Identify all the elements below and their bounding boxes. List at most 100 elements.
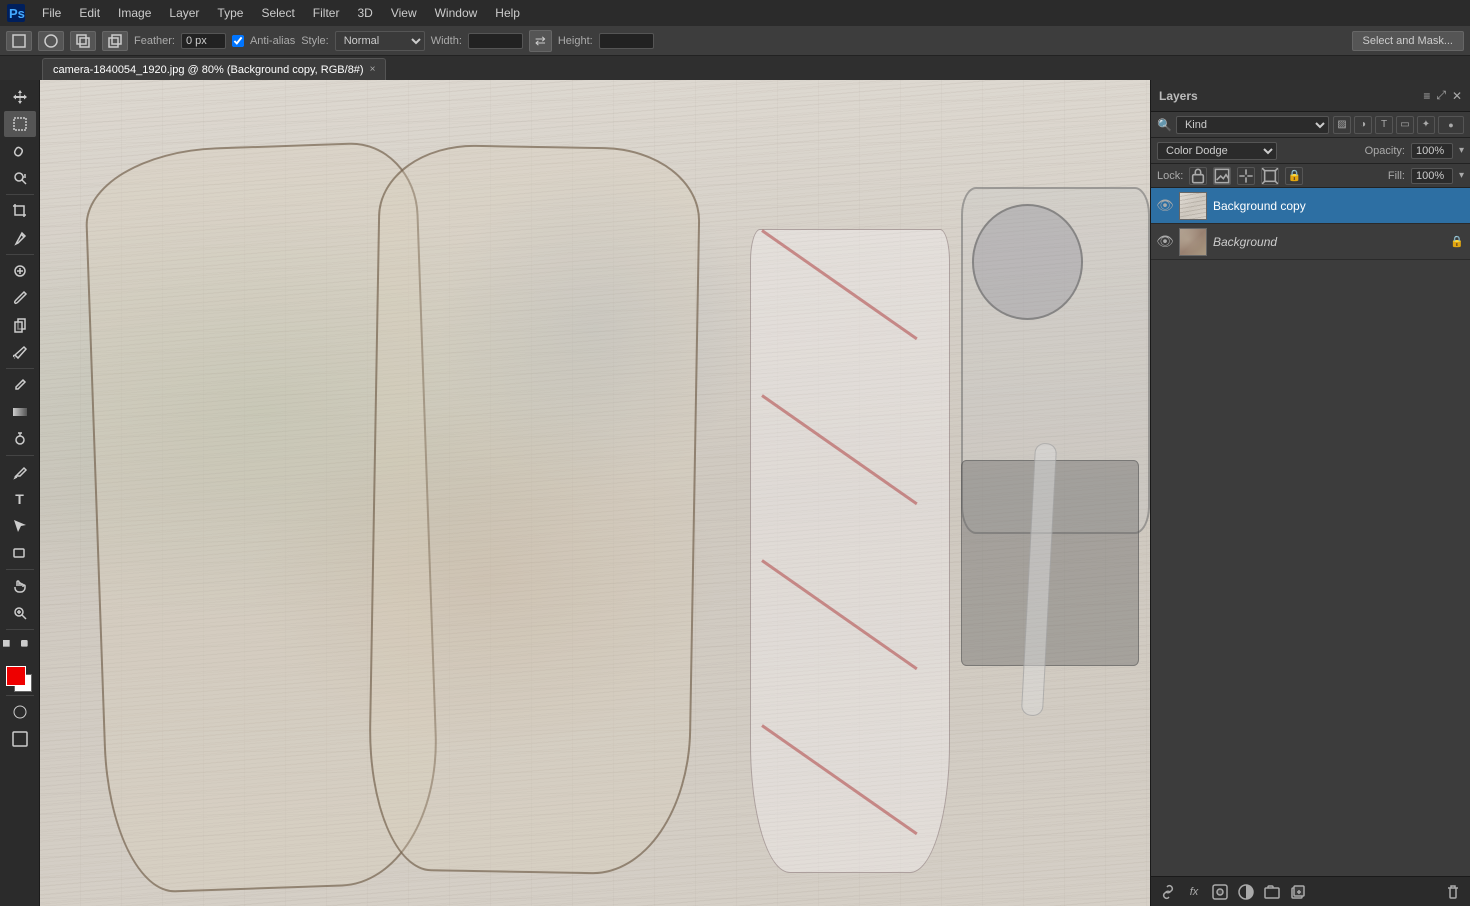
tool-lasso[interactable] xyxy=(4,138,36,164)
layers-delete-btn[interactable] xyxy=(1442,881,1464,903)
menu-help[interactable]: Help xyxy=(487,4,528,22)
filter-active-toggle[interactable]: ● xyxy=(1438,116,1464,134)
anti-alias-checkbox[interactable] xyxy=(232,35,244,47)
lock-all-btn[interactable]: 🔒 xyxy=(1285,167,1303,185)
layers-blend-row: Color Dodge Normal Multiply Screen Overl… xyxy=(1151,138,1470,164)
tool-zoom[interactable] xyxy=(4,600,36,626)
layers-adj-btn[interactable] xyxy=(1235,881,1257,903)
lock-transparent-btn[interactable] xyxy=(1189,167,1207,185)
layer-background[interactable]: 👁 Background 🔒 xyxy=(1151,224,1470,260)
tool-rect-marquee[interactable] xyxy=(4,111,36,137)
document-tab[interactable]: camera-1840054_1920.jpg @ 80% (Backgroun… xyxy=(42,58,386,80)
tool-brush[interactable] xyxy=(4,285,36,311)
style-select[interactable]: Normal Fixed Ratio Fixed Size xyxy=(335,31,425,51)
tool-eyedropper[interactable] xyxy=(4,225,36,251)
tool-quick-mask[interactable] xyxy=(4,699,36,725)
tool-heal[interactable] xyxy=(4,258,36,284)
opt-intersect-select[interactable] xyxy=(102,31,128,51)
opacity-input[interactable] xyxy=(1411,143,1453,159)
height-input[interactable] xyxy=(599,33,654,49)
tool-extra-2[interactable] xyxy=(21,635,37,661)
tool-dodge[interactable] xyxy=(4,426,36,452)
tab-bar: camera-1840054_1920.jpg @ 80% (Backgroun… xyxy=(0,56,1470,80)
layer-name-1: Background copy xyxy=(1213,199,1464,213)
filter-type-select[interactable]: Kind Name Effect Mode Attribute xyxy=(1176,116,1329,134)
fill-input[interactable] xyxy=(1411,168,1453,184)
tool-gradient[interactable] xyxy=(4,399,36,425)
tool-type[interactable]: T xyxy=(4,486,36,512)
filter-smart-btn[interactable]: ✦ xyxy=(1417,116,1435,134)
tool-extra-1[interactable] xyxy=(3,635,19,661)
tool-quick-select[interactable] xyxy=(4,165,36,191)
tool-shape[interactable] xyxy=(4,540,36,566)
blend-mode-select[interactable]: Color Dodge Normal Multiply Screen Overl… xyxy=(1157,142,1277,160)
menu-select[interactable]: Select xyxy=(253,4,302,22)
layer-lock-icon-2: 🔒 xyxy=(1450,235,1464,248)
tab-close[interactable]: × xyxy=(370,64,376,75)
layers-collapse-btn[interactable]: ≡ xyxy=(1423,89,1430,103)
fill-arrow[interactable]: ▾ xyxy=(1459,170,1464,181)
tool-path-select[interactable] xyxy=(4,513,36,539)
layers-link-btn[interactable] xyxy=(1157,881,1179,903)
menu-3d[interactable]: 3D xyxy=(349,4,380,22)
filter-toggle-icons: ▨ ◑ T ▭ ✦ ● xyxy=(1333,116,1464,134)
filter-icon: 🔍 xyxy=(1157,118,1172,132)
layers-menu-btn[interactable]: ✕ xyxy=(1452,89,1462,103)
tool-hand[interactable] xyxy=(4,573,36,599)
canvas-area[interactable] xyxy=(40,80,1150,906)
foreground-color-swatch[interactable] xyxy=(6,666,26,686)
svg-text:Ps: Ps xyxy=(9,6,25,21)
menu-file[interactable]: File xyxy=(34,4,69,22)
layers-lock-row: Lock: 🔒 Fill: ▾ xyxy=(1151,164,1470,188)
width-input[interactable] xyxy=(468,33,523,49)
layers-group-btn[interactable] xyxy=(1261,881,1283,903)
lock-label: Lock: xyxy=(1157,170,1183,182)
tool-eraser[interactable] xyxy=(4,372,36,398)
menu-view[interactable]: View xyxy=(383,4,425,22)
lock-artboard-btn[interactable] xyxy=(1261,167,1279,185)
select-mask-button[interactable]: Select and Mask... xyxy=(1352,31,1465,51)
opt-rect-select[interactable] xyxy=(6,31,32,51)
right-panel: Layers ≡ ⤢ ✕ 🔍 Kind Name Effect Mode Att… xyxy=(1150,80,1470,906)
tool-clone[interactable] xyxy=(4,312,36,338)
feather-input[interactable] xyxy=(181,33,226,49)
toolbar-divider-5 xyxy=(6,569,34,570)
layers-new-btn[interactable] xyxy=(1287,881,1309,903)
layer-visibility-1[interactable]: 👁 xyxy=(1157,197,1173,214)
layer-name-2: Background xyxy=(1213,235,1444,249)
tool-screen-mode[interactable] xyxy=(4,726,36,752)
filter-pixel-btn[interactable]: ▨ xyxy=(1333,116,1351,134)
toolbar-divider-4 xyxy=(6,455,34,456)
menu-edit[interactable]: Edit xyxy=(71,4,108,22)
menu-filter[interactable]: Filter xyxy=(305,4,348,22)
left-toolbar: T xyxy=(0,80,40,906)
tool-crop[interactable] xyxy=(4,198,36,224)
canvas-inner xyxy=(40,80,1150,906)
tool-pen[interactable] xyxy=(4,459,36,485)
layers-fx-btn[interactable]: fx xyxy=(1183,881,1205,903)
filter-shape-btn[interactable]: ▭ xyxy=(1396,116,1414,134)
lock-position-btn[interactable] xyxy=(1237,167,1255,185)
height-label: Height: xyxy=(558,35,593,47)
filter-type-btn[interactable]: T xyxy=(1375,116,1393,134)
opt-ellipse-select[interactable] xyxy=(38,31,64,51)
menu-type[interactable]: Type xyxy=(209,4,251,22)
menu-window[interactable]: Window xyxy=(427,4,486,22)
menu-layer[interactable]: Layer xyxy=(161,4,207,22)
layers-mask-btn[interactable] xyxy=(1209,881,1231,903)
tool-history-brush[interactable] xyxy=(4,339,36,365)
layer-thumb-1 xyxy=(1179,192,1207,220)
opacity-arrow[interactable]: ▾ xyxy=(1459,145,1464,156)
layer-visibility-2[interactable]: 👁 xyxy=(1157,233,1173,250)
lock-image-btn[interactable] xyxy=(1213,167,1231,185)
main-layout: T xyxy=(0,80,1470,906)
tool-move[interactable] xyxy=(4,84,36,110)
filter-adj-btn[interactable]: ◑ xyxy=(1354,116,1372,134)
layer-background-copy[interactable]: 👁 Background copy xyxy=(1151,188,1470,224)
opt-add-select[interactable] xyxy=(70,31,96,51)
panel-header-icons: ≡ ⤢ ✕ xyxy=(1423,88,1462,103)
menu-image[interactable]: Image xyxy=(110,4,159,22)
tab-filename: camera-1840054_1920.jpg @ 80% (Backgroun… xyxy=(53,64,364,76)
swap-dimensions-btn[interactable]: ⇄ xyxy=(529,30,552,52)
layers-expand-btn[interactable]: ⤢ xyxy=(1436,88,1446,103)
